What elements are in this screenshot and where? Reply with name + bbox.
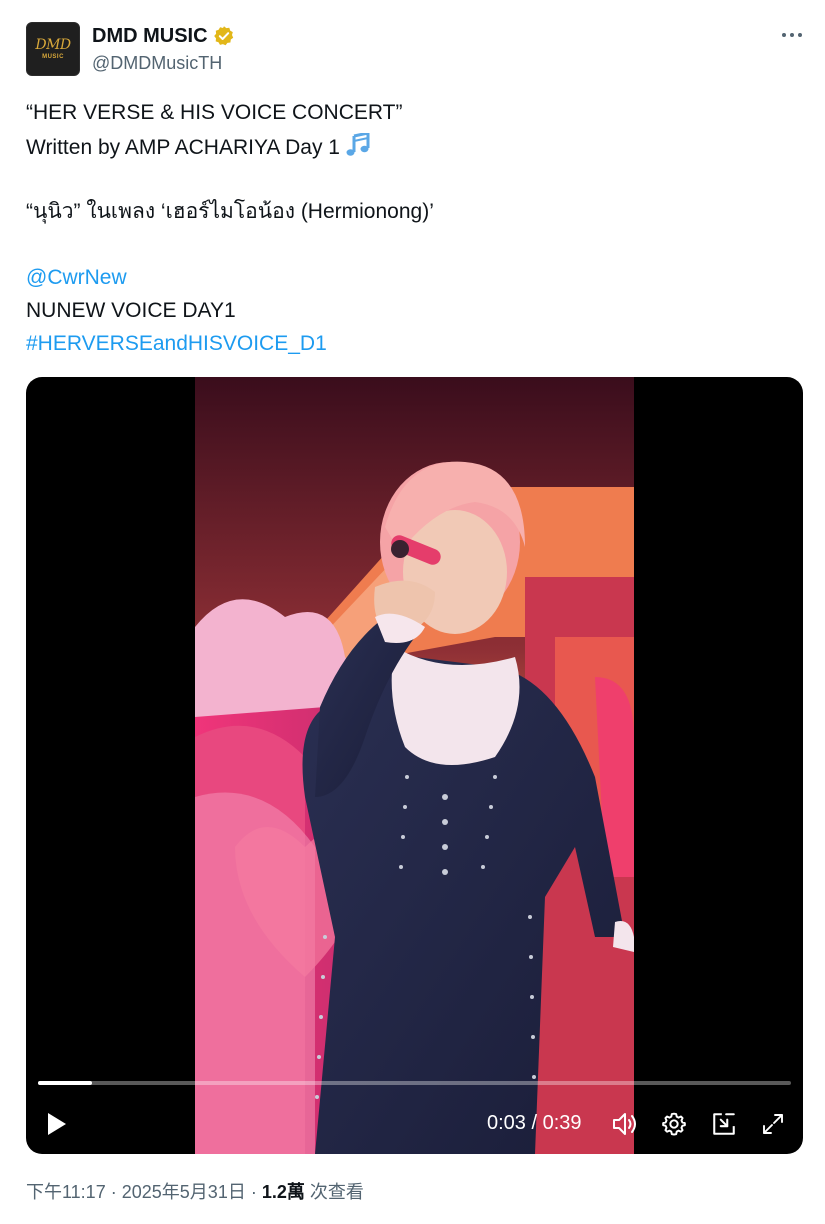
- video-player[interactable]: 0:03 / 0:39: [26, 377, 803, 1154]
- video-duration: 0:39: [542, 1112, 582, 1134]
- view-count[interactable]: 1.2萬: [262, 1182, 305, 1202]
- volume-icon: [613, 1113, 636, 1135]
- pop-out-button[interactable]: [707, 1109, 741, 1139]
- video-current-time: 0:03: [487, 1112, 526, 1134]
- settings-gear-icon: [662, 1112, 686, 1136]
- post-text-line: NUNEW VOICE DAY1: [26, 299, 236, 322]
- settings-button[interactable]: [657, 1109, 691, 1139]
- video-frame-image: [195, 377, 634, 1154]
- display-name[interactable]: DMD MUSIC: [92, 24, 208, 48]
- video-time-separator: /: [531, 1112, 538, 1134]
- verified-badge-icon: [213, 26, 233, 46]
- play-button[interactable]: [40, 1109, 72, 1139]
- display-name-row[interactable]: DMD MUSIC: [92, 24, 235, 48]
- tweet-time-link[interactable]: 下午11:17: [26, 1182, 106, 1202]
- more-button[interactable]: [777, 22, 807, 48]
- fullscreen-button[interactable]: [756, 1109, 790, 1139]
- video-time: 0:03 / 0:39: [487, 1110, 582, 1136]
- view-count-label[interactable]: 次查看: [310, 1182, 364, 1202]
- volume-button[interactable]: [608, 1109, 642, 1139]
- avatar-logo-subtext: MUSIC: [42, 54, 64, 60]
- play-icon: [48, 1113, 66, 1135]
- tweet-date-link[interactable]: 2025年5月31日: [122, 1182, 246, 1202]
- tweet-meta: 下午11:17 · 2025年5月31日 · 1.2萬 次查看: [26, 1180, 364, 1204]
- handle[interactable]: @DMDMusicTH: [92, 52, 222, 74]
- pop-out-icon: [713, 1113, 735, 1135]
- meta-separator: ·: [110, 1182, 117, 1202]
- tweet-card: DMD MUSIC DMD MUSIC @DMDMusicTH “HER VER…: [0, 0, 825, 1224]
- video-frame[interactable]: [195, 377, 634, 1154]
- meta-separator: ·: [250, 1182, 257, 1202]
- more-horizontal-icon: [782, 33, 802, 37]
- avatar[interactable]: DMD MUSIC: [26, 22, 80, 76]
- fullscreen-icon: [763, 1114, 783, 1134]
- post-text: Written by AMP ACHARIYA Day 1: [26, 136, 340, 159]
- post-text-line: Written by AMP ACHARIYA Day 1: [26, 133, 372, 161]
- video-progress-fill: [38, 1081, 93, 1085]
- hashtag-link[interactable]: #HERVERSEandHISVOICE_D1: [26, 331, 327, 357]
- video-progress-bar[interactable]: [38, 1081, 791, 1085]
- musical-notes-icon: [346, 133, 370, 156]
- post-text-line-thai: “นุนิว” ในเพลง ‘เฮอร์ไมโอน้อง (Hermionon…: [26, 200, 434, 223]
- mention-link[interactable]: @CwrNew: [26, 265, 127, 291]
- avatar-logo-text: DMD: [35, 37, 71, 53]
- post-text-line: “HER VERSE & HIS VOICE CONCERT”: [26, 101, 403, 124]
